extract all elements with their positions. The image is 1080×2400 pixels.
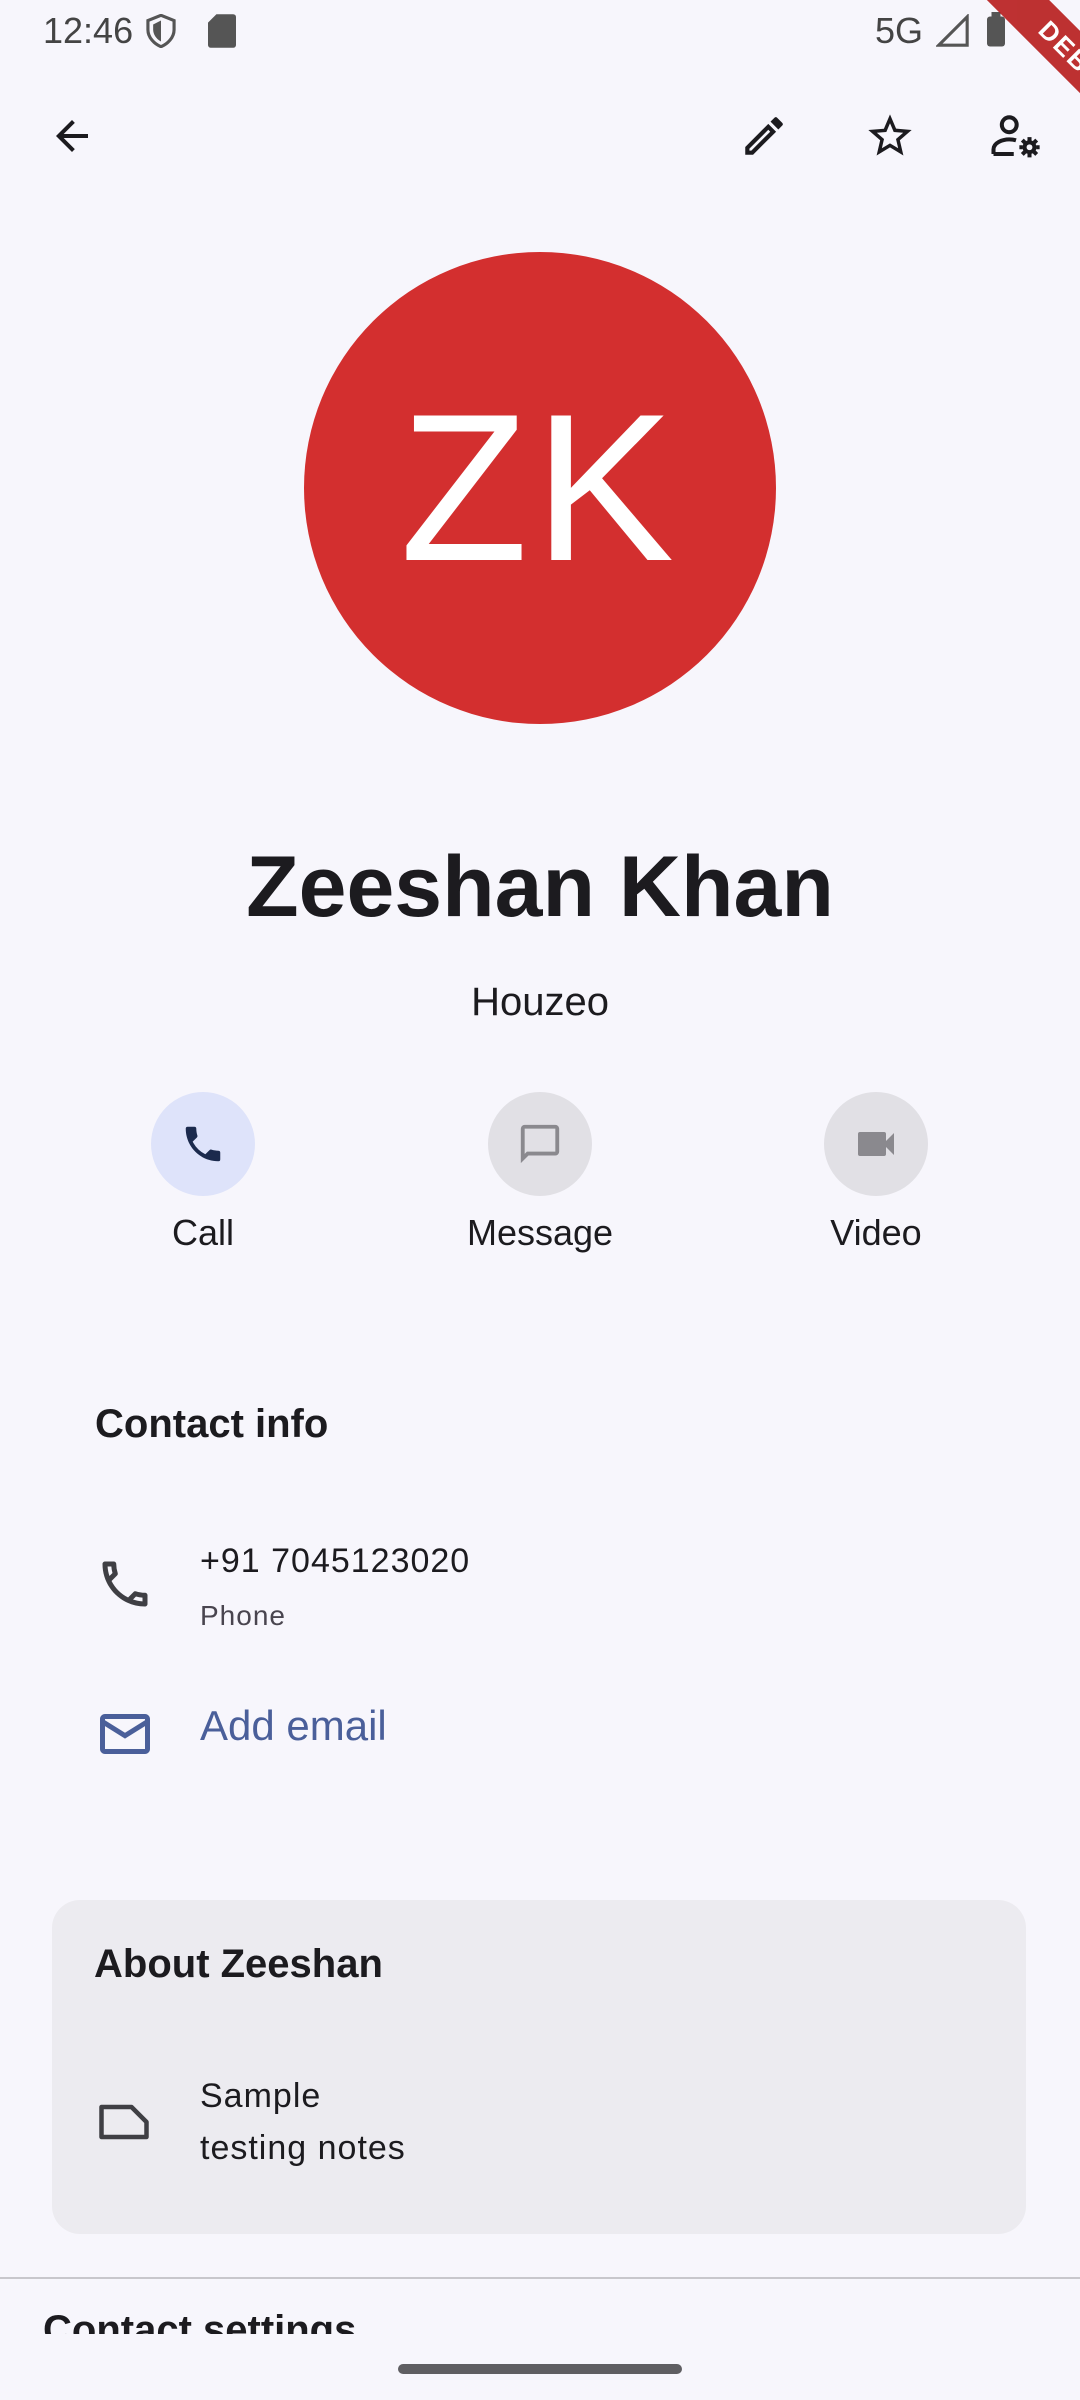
contact-info-heading: Contact info bbox=[95, 1402, 329, 1446]
favorite-button[interactable] bbox=[842, 88, 938, 184]
email-icon bbox=[95, 1704, 155, 1764]
status-bar: 12:46 5G bbox=[0, 0, 1080, 62]
star-outline-icon bbox=[864, 110, 916, 162]
pencil-icon bbox=[739, 111, 789, 161]
call-action[interactable]: Call bbox=[93, 1092, 313, 1254]
arrow-back-icon bbox=[48, 112, 96, 160]
message-action[interactable]: Message bbox=[430, 1092, 650, 1254]
note-icon bbox=[94, 2092, 154, 2152]
call-button[interactable] bbox=[151, 1092, 255, 1196]
add-email-link[interactable]: Add email bbox=[200, 1702, 387, 1750]
divider bbox=[0, 2277, 1080, 2279]
back-button[interactable] bbox=[24, 88, 120, 184]
call-label: Call bbox=[171, 1212, 234, 1253]
phone-number[interactable]: +91 7045123020 bbox=[200, 1542, 470, 1581]
contact-settings-button[interactable] bbox=[968, 88, 1064, 184]
message-button[interactable] bbox=[488, 1092, 592, 1196]
signal-icon bbox=[936, 14, 970, 48]
phone-row-icon bbox=[95, 1554, 155, 1614]
about-card: About Zeeshan Sample testing notes bbox=[52, 1900, 1026, 2234]
shield-icon bbox=[145, 14, 177, 48]
avatar-initials: ZK bbox=[399, 370, 681, 605]
video-action[interactable]: Video bbox=[766, 1092, 986, 1254]
phone-type: Phone bbox=[200, 1600, 286, 1631]
gesture-nav-handle[interactable] bbox=[398, 2364, 682, 2374]
phone-icon bbox=[180, 1121, 226, 1167]
message-icon bbox=[517, 1121, 563, 1167]
videocam-icon bbox=[852, 1120, 900, 1168]
person-settings-icon bbox=[989, 109, 1043, 163]
contact-settings-heading-text: Contact settings bbox=[43, 2308, 357, 2334]
edit-button[interactable] bbox=[716, 88, 812, 184]
avatar: ZK bbox=[304, 252, 776, 724]
video-label: Video bbox=[830, 1212, 922, 1253]
about-heading: About Zeeshan bbox=[94, 1942, 383, 1986]
video-button[interactable] bbox=[824, 1092, 928, 1196]
status-time: 12:46 bbox=[43, 10, 134, 51]
company-name: Houzeo bbox=[471, 980, 609, 1024]
message-label: Message bbox=[466, 1212, 614, 1253]
network-type: 5G bbox=[875, 10, 924, 51]
notes-text: Sample testing notes bbox=[200, 2077, 406, 2167]
contact-name: Zeeshan Khan bbox=[246, 839, 834, 935]
sd-card-icon bbox=[208, 14, 236, 48]
contact-settings-heading: Contact settings bbox=[43, 2300, 743, 2334]
